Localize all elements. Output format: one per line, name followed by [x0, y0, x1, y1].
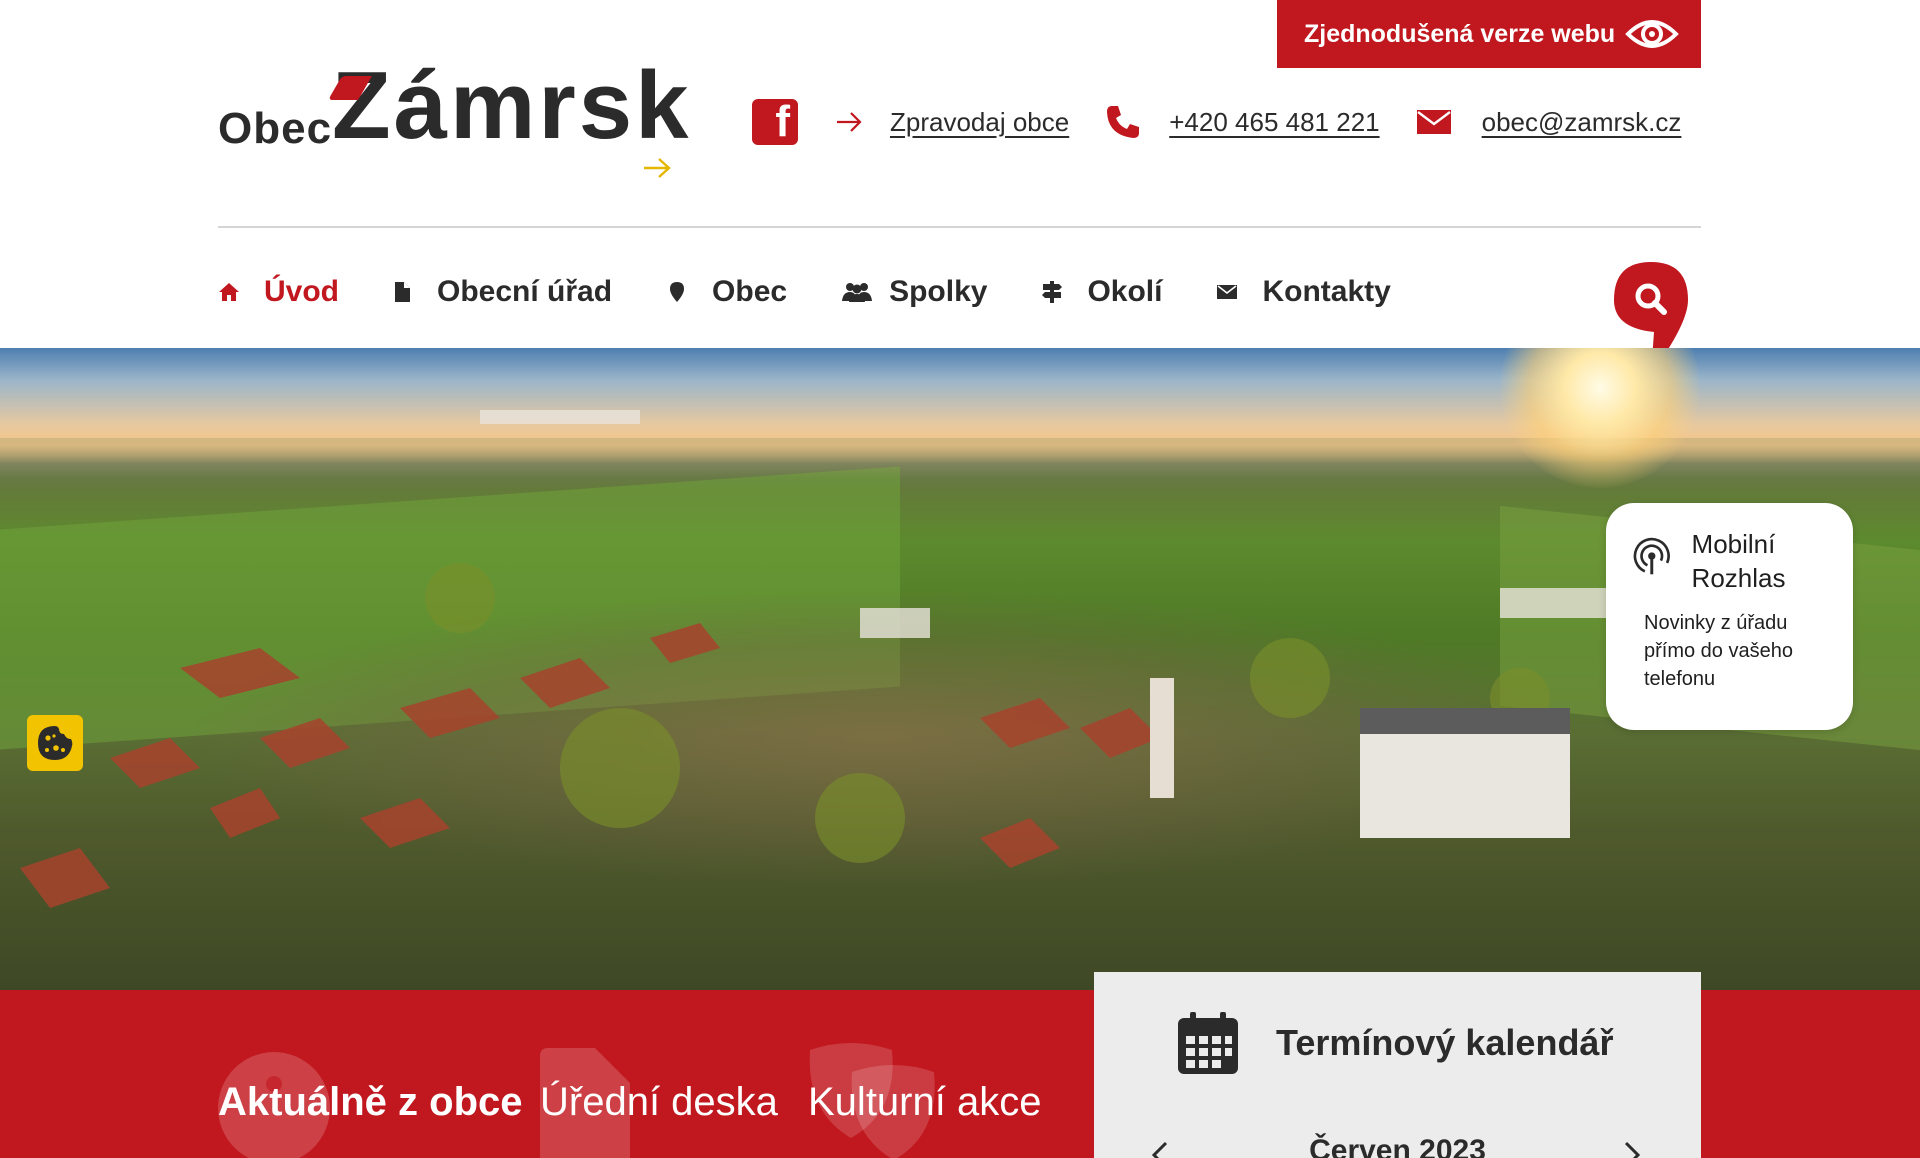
chevron-right-icon[interactable]	[1616, 1140, 1646, 1158]
phone-icon	[1107, 106, 1140, 138]
logo-prefix: Obec	[218, 104, 333, 153]
mobile-radio-card[interactable]: Mobilní Rozhlas Novinky z úřadu přímo do…	[1606, 503, 1853, 730]
cookie-icon	[38, 726, 73, 760]
nav-label: Obec	[712, 275, 788, 308]
signpost-icon	[1041, 281, 1063, 303]
mobile-radio-title: Mobilní Rozhlas	[1691, 529, 1786, 593]
nav-label: Okolí	[1087, 275, 1163, 308]
site-logo[interactable]: Obec Zámrsk	[218, 58, 689, 182]
eye-icon	[1625, 20, 1679, 48]
pin-icon	[666, 281, 688, 303]
logo-name: Zámrsk	[332, 52, 692, 159]
nav-item-uvod[interactable]: Úvod	[218, 275, 339, 309]
arrow-right-icon	[837, 112, 862, 132]
envelope-icon	[1216, 281, 1238, 303]
email-address[interactable]: obec@zamrsk.cz	[1482, 107, 1682, 138]
header-divider	[218, 226, 1701, 228]
nav-item-obec[interactable]: Obec	[666, 275, 787, 309]
tab-uredni-deska[interactable]: Úřední deska	[540, 1080, 778, 1125]
nav-item-obecni-urad[interactable]: Obecní úřad	[391, 275, 612, 309]
simplified-version-button[interactable]: Zjednodušená verze webu	[1277, 0, 1701, 68]
newsletter-link[interactable]: Zpravodaj obce	[836, 107, 1069, 138]
envelope-icon	[1416, 110, 1451, 134]
home-icon	[218, 281, 240, 303]
tab-aktualne[interactable]: Aktuálně z obce	[218, 1080, 523, 1125]
nav-item-spolky[interactable]: Spolky	[841, 275, 987, 309]
nav-item-kontakty[interactable]: Kontakty	[1216, 275, 1391, 309]
calendar-month: Červen 2023	[1309, 1134, 1486, 1158]
nav-label: Spolky	[889, 275, 988, 308]
phone-number[interactable]: +420 465 481 221	[1169, 107, 1379, 138]
email-link[interactable]: obec@zamrsk.cz	[1416, 107, 1682, 138]
calendar-icon	[1178, 1012, 1238, 1074]
cookie-settings-button[interactable]	[27, 715, 83, 771]
people-icon	[841, 281, 873, 303]
newsletter-label[interactable]: Zpravodaj obce	[890, 107, 1069, 138]
main-navigation: Úvod Obecní úřad Obec Spolky Okolí Konta	[218, 270, 1391, 314]
calendar-title: Termínový kalendář	[1276, 1022, 1614, 1063]
phone-link[interactable]: +420 465 481 221	[1105, 104, 1380, 140]
nav-label: Úvod	[264, 275, 339, 308]
tab-kulturni-akce[interactable]: Kulturní akce	[808, 1080, 1041, 1125]
simplified-version-label: Zjednodušená verze webu	[1304, 19, 1616, 48]
event-calendar: Termínový kalendář Červen 2023	[1094, 972, 1701, 1158]
arrow-right-icon	[644, 158, 671, 178]
facebook-icon[interactable]: f	[752, 99, 798, 145]
document-icon	[391, 281, 413, 303]
mobile-radio-text: Novinky z úřadu přímo do vašeho telefonu	[1644, 612, 1793, 690]
nav-label: Kontakty	[1262, 275, 1391, 308]
nav-item-okoli[interactable]: Okolí	[1041, 275, 1162, 309]
nav-label: Obecní úřad	[437, 275, 613, 308]
header-contacts: f Zpravodaj obce +420 465 481 221 obec@z…	[752, 98, 1681, 146]
broadcast-icon	[1633, 537, 1670, 575]
